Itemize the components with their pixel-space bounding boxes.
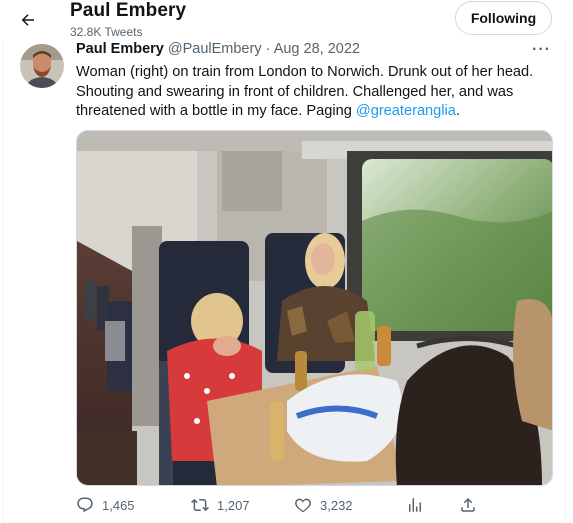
mention-link[interactable]: @greateranglia [356,103,456,119]
reply-icon [77,497,93,513]
share-icon [461,497,475,512]
tweet-meta: Paul Embery @PaulEmbery · Aug 28, 2022 [76,41,360,57]
author-name[interactable]: Paul Embery [76,41,164,57]
tweet-date[interactable]: Aug 28, 2022 [274,41,360,57]
back-button[interactable] [14,6,42,34]
analytics-icon [409,498,421,512]
like-button[interactable]: 3,232 [294,496,353,514]
profile-header: Paul Embery 32.8K Tweets Following [0,0,573,40]
tweet-body-end: . [455,103,460,119]
reply-count: 1,465 [102,497,135,513]
retweet-icon [191,498,209,512]
retweet-button[interactable]: 1,207 [191,496,250,514]
author-handle[interactable]: @PaulEmbery [168,41,262,57]
tweet-text: Woman (right) on train from London to No… [76,63,556,122]
tweet-actions: 1,465 1,207 3,232 [76,496,496,520]
more-options-icon[interactable]: ··· [532,41,551,59]
like-icon [295,498,311,513]
tweet-body: Woman (right) on train from London to No… [76,64,534,119]
share-button[interactable] [459,496,477,514]
following-button[interactable]: Following [455,1,552,35]
reply-button[interactable]: 1,465 [76,496,135,514]
like-count: 3,232 [320,497,353,513]
profile-name: Paul Embery [70,0,187,21]
analytics-button[interactable] [406,496,424,514]
meta-separator: · [265,41,271,57]
arrow-left-icon [21,14,34,26]
tweet-count: 32.8K Tweets [70,25,143,39]
avatar[interactable] [20,44,64,88]
tweet: Paul Embery @PaulEmbery · Aug 28, 2022 ·… [3,40,566,523]
tweet-media-image[interactable] [76,130,553,486]
retweet-count: 1,207 [217,497,250,513]
